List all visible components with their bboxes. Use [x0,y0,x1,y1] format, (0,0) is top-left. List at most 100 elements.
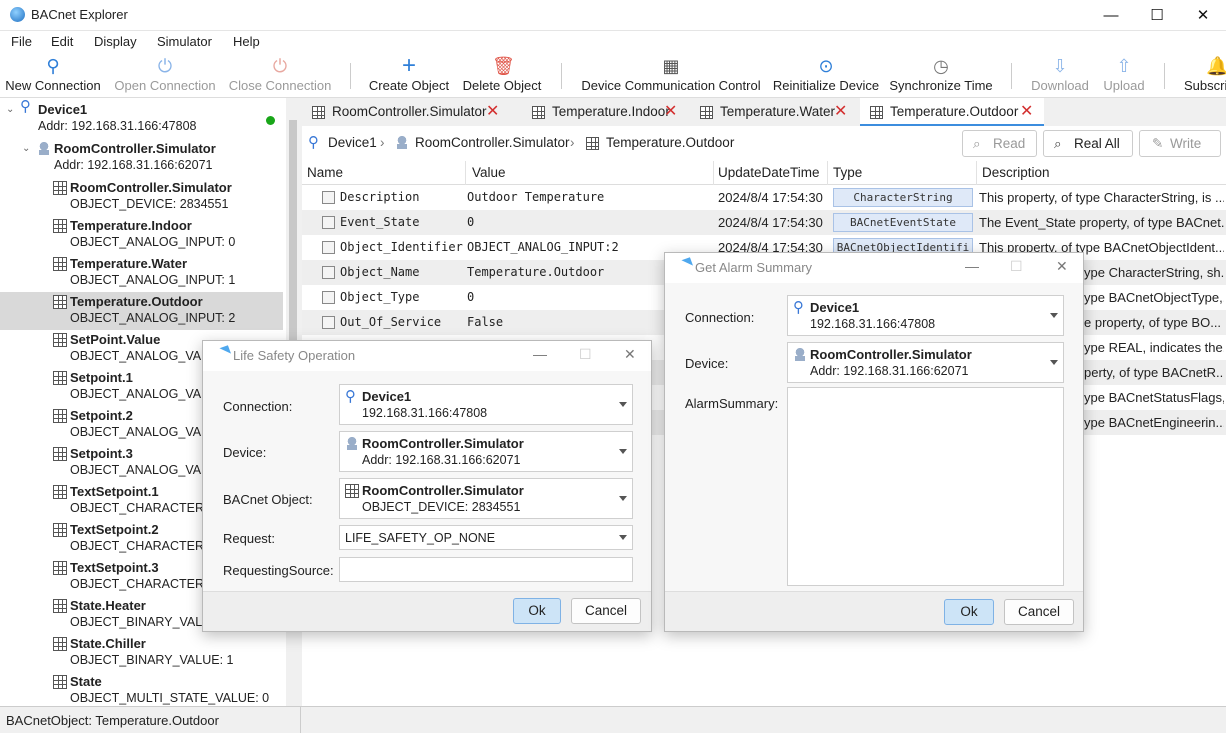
tree-node-device[interactable]: ⌄ ⚲ Device1 Addr: 192.168.31.166:47808 [0,98,286,138]
row-checkbox[interactable] [322,316,335,329]
create-object-button[interactable]: + Create Object [367,53,451,98]
new-connection-button[interactable]: ⚲ New Connection [4,53,102,98]
row-checkbox[interactable] [322,191,335,204]
cancel-button[interactable]: Cancel [1004,599,1074,625]
column-divider[interactable] [465,161,466,185]
close-icon[interactable]: ✕ [624,346,636,363]
row-checkbox[interactable] [322,216,335,229]
device-select[interactable]: RoomController.Simulator Addr: 192.168.3… [787,342,1064,383]
tab-temperature-water[interactable]: Temperature.Water ✕ [690,98,858,126]
close-tab-icon[interactable]: ✕ [834,98,847,126]
download-icon: ⇩ [1052,56,1068,76]
column-header-type[interactable]: Type [833,165,862,180]
collapse-chevron-icon[interactable]: ⌄ [6,104,14,115]
minimize-button[interactable]: — [1088,0,1134,31]
bacnet-object-select[interactable]: RoomController.Simulator OBJECT_DEVICE: … [339,478,633,519]
minimize-icon[interactable]: — [965,258,979,274]
breadcrumb-controller[interactable]: RoomController.Simulator [415,135,570,150]
chevron-down-icon [619,401,627,407]
close-window-button[interactable]: ✕ [1180,0,1226,31]
breadcrumb-device[interactable]: Device1 [328,135,377,150]
tree-item-object[interactable]: State.Chiller OBJECT_BINARY_VALUE: 1 [0,634,286,672]
write-button[interactable]: ✎ Write [1139,130,1221,157]
minimize-icon[interactable]: — [533,346,547,362]
tab-roomcontroller[interactable]: RoomController.Simulator ✕ [302,98,522,126]
column-divider[interactable] [713,161,714,185]
close-tab-icon[interactable]: ✕ [486,98,499,126]
column-header-updatedatetime[interactable]: UpdateDateTime [718,165,820,180]
delete-object-button[interactable]: 🗑 Delete Object [460,53,544,98]
maximize-button[interactable]: ☐ [1134,0,1180,31]
toolbar-separator [1164,63,1165,89]
dialog-titlebar[interactable]: Get Alarm Summary — ☐ ✕ [665,253,1083,283]
object-grid-icon [345,484,359,498]
column-divider[interactable] [827,161,828,185]
breadcrumb-object[interactable]: Temperature.Outdoor [606,135,734,150]
clock-icon: ◷ [933,56,949,76]
ok-button[interactable]: Ok [513,598,561,624]
tree-node-controller[interactable]: ⌄ RoomController.Simulator Addr: 192.168… [0,139,286,177]
maximize-icon[interactable]: ☐ [1010,258,1023,275]
tree-item-object[interactable]: State OBJECT_MULTI_STATE_VALUE: 0 [0,672,286,706]
device-select[interactable]: RoomController.Simulator Addr: 192.168.3… [339,431,633,472]
row-checkbox[interactable] [322,241,335,254]
link-icon: ⚲ [345,388,356,405]
dialog-titlebar[interactable]: Life Safety Operation — ☐ ✕ [203,341,651,371]
link-icon: ⚲ [20,98,31,115]
toolbar-separator [561,63,562,89]
tab-temperature-indoor[interactable]: Temperature.Indoor ✕ [522,98,690,126]
column-header-name[interactable]: Name [307,165,343,180]
requesting-source-input[interactable] [339,557,633,582]
request-select[interactable]: LIFE_SAFETY_OP_NONE [339,525,633,550]
read-all-button[interactable]: ⌕ Real All [1043,130,1133,157]
subscribe-button[interactable]: 🔔 Subscri [1180,53,1226,98]
upload-button[interactable]: ⇧ Upload [1098,53,1150,98]
object-grid-icon [312,106,325,119]
table-row[interactable]: Event_State 0 2024/8/4 17:54:30 BACnetEv… [302,210,1226,235]
connection-select[interactable]: ⚲ Device1 192.168.31.166:47808 [787,295,1064,336]
reinitialize-device-button[interactable]: ⊙ Reinitialize Device [772,53,880,98]
row-checkbox[interactable] [322,291,335,304]
download-button[interactable]: ⇩ Download [1026,53,1094,98]
tree-item-object[interactable]: Temperature.Indoor OBJECT_ANALOG_INPUT: … [0,216,286,254]
tree-item-object[interactable]: RoomController.Simulator OBJECT_DEVICE: … [0,178,286,216]
object-grid-icon [53,485,67,499]
menu-edit[interactable]: Edit [51,34,73,49]
close-tab-icon[interactable]: ✕ [664,98,677,126]
menu-help[interactable]: Help [233,34,260,49]
table-row[interactable]: Description Outdoor Temperature 2024/8/4… [302,185,1226,210]
search-icon: ⌕ [973,136,981,151]
open-connection-button[interactable]: ⏻ Open Connection [113,53,217,98]
maximize-icon[interactable]: ☐ [579,346,592,363]
column-header-value[interactable]: Value [472,165,506,180]
column-header-description[interactable]: Description [982,165,1050,180]
synchronize-time-button[interactable]: ◷ Synchronize Time [888,53,994,98]
menu-display[interactable]: Display [94,34,137,49]
collapse-chevron-icon[interactable]: ⌄ [22,143,30,154]
cancel-button[interactable]: Cancel [571,598,641,624]
close-tab-icon[interactable]: ✕ [1020,98,1033,126]
column-divider[interactable] [976,161,977,185]
menu-bar: File Edit Display Simulator Help [0,31,1226,53]
close-connection-button[interactable]: ⏻ Close Connection [228,53,332,98]
device-icon [793,348,807,362]
reset-icon: ⊙ [818,56,834,76]
alarm-summary-list[interactable] [787,387,1064,586]
tree-item-object-selected[interactable]: Temperature.Outdoor OBJECT_ANALOG_INPUT:… [0,292,283,330]
tab-temperature-outdoor[interactable]: Temperature.Outdoor ✕ [860,98,1044,126]
device-icon [395,136,409,150]
chevron-down-icon [1050,359,1058,365]
connection-select[interactable]: ⚲ Device1 192.168.31.166:47808 [339,384,633,425]
row-checkbox[interactable] [322,266,335,279]
object-grid-icon [53,523,67,537]
close-icon[interactable]: ✕ [1056,258,1068,275]
tree-item-object[interactable]: Temperature.Water OBJECT_ANALOG_INPUT: 1 [0,254,286,292]
ok-button[interactable]: Ok [944,599,994,625]
object-grid-icon [53,295,67,309]
device-communication-control-button[interactable]: ▦ Device Communication Control [578,53,764,98]
menu-simulator[interactable]: Simulator [157,34,212,49]
menu-file[interactable]: File [11,34,32,49]
read-button[interactable]: ⌕ Read [962,130,1037,157]
upload-icon: ⇧ [1116,56,1132,76]
bell-icon: 🔔 [1206,56,1226,76]
